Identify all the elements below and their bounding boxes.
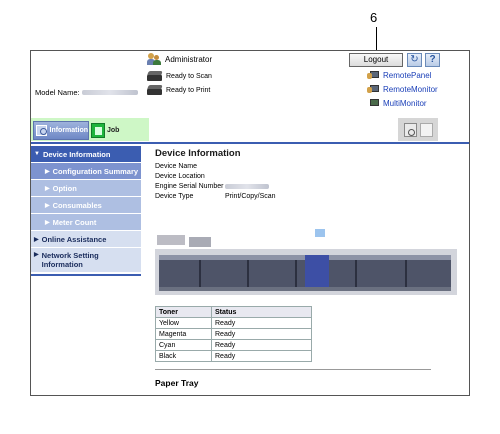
sidebar-item-option[interactable]: ▶ Option <box>31 180 141 197</box>
multi-monitor-link[interactable]: MultiMonitor <box>367 98 427 108</box>
status-scan-text: Ready to Scan <box>166 72 212 80</box>
remote-monitor-link[interactable]: RemoteMonitor <box>367 84 438 94</box>
web-connection-window: Administrator Logout ↻ ? Ready to Scan R… <box>30 50 470 396</box>
toner-status-table: Toner Status Yellow Ready Magenta Ready … <box>155 306 312 362</box>
field-value-redacted <box>225 183 269 189</box>
sidebar-item-label: Option <box>52 183 77 193</box>
tab-job[interactable]: Job <box>91 121 127 140</box>
box-tab-area <box>398 118 438 141</box>
remote-panel-link[interactable]: RemotePanel <box>367 70 431 80</box>
section-divider <box>155 369 431 370</box>
table-row: Black Ready <box>155 350 312 362</box>
toner-color: Yellow <box>155 317 212 329</box>
toner-color: Black <box>155 350 212 362</box>
chevron-right-icon: ▶ <box>45 219 50 226</box>
field-device-location: Device Location <box>155 171 455 181</box>
user-indicator: Administrator <box>147 53 212 65</box>
toner-status: Ready <box>211 350 312 362</box>
sidebar-divider <box>31 274 141 276</box>
table-row: Cyan Ready <box>155 339 312 351</box>
tab-information-label: Information <box>49 127 89 134</box>
sidebar-item-label: Consumables <box>52 200 102 210</box>
toner-status: Ready <box>211 339 312 351</box>
job-icon <box>91 123 105 138</box>
toner-status: Ready <box>211 328 312 340</box>
remote-panel-label[interactable]: RemotePanel <box>383 71 431 80</box>
sidebar-item-label: Meter Count <box>52 217 97 227</box>
toner-color: Magenta <box>155 328 212 340</box>
paper-tray-heading: Paper Tray <box>155 378 199 388</box>
column-header: Toner <box>155 306 212 318</box>
sidebar-item-label: Device Information <box>42 149 111 159</box>
remote-monitor-icon <box>367 84 379 94</box>
chevron-right-icon: ▶ <box>45 185 50 192</box>
tab-information[interactable]: Information <box>33 121 89 140</box>
remote-monitor-label[interactable]: RemoteMonitor <box>383 85 438 94</box>
field-engine-serial-number: Engine Serial Number <box>155 181 455 191</box>
chevron-right-icon: ▶ <box>34 252 39 258</box>
sidebar-item-meter-count[interactable]: ▶ Meter Count <box>31 214 141 231</box>
box-icon[interactable] <box>403 122 417 137</box>
sidebar-item-configuration-summary[interactable]: ▶ Configuration Summary <box>31 163 141 180</box>
status-print: Ready to Print <box>147 84 210 96</box>
chevron-right-icon: ▶ <box>45 168 50 175</box>
administrator-icon <box>147 53 161 65</box>
toner-color: Cyan <box>155 339 212 351</box>
status-print-text: Ready to Print <box>166 86 211 94</box>
device-image <box>155 229 457 295</box>
chevron-right-icon: ▶ <box>45 202 50 209</box>
field-device-type: Device Type Print/Copy/Scan <box>155 191 455 201</box>
field-value: Print/Copy/Scan <box>225 192 276 200</box>
field-label: Device Location <box>155 172 205 180</box>
table-row: Magenta Ready <box>155 328 312 340</box>
field-label: Device Name <box>155 162 198 170</box>
sidebar-item-label: Configuration Summary <box>52 166 139 176</box>
user-label: Administrator <box>165 54 213 64</box>
sidebar-item-device-information[interactable]: ▼ Device Information <box>31 146 141 163</box>
header-divider <box>31 142 469 144</box>
column-header: Status <box>211 306 312 318</box>
field-label: Engine Serial Number <box>155 182 224 190</box>
multi-monitor-icon <box>367 98 379 108</box>
model-name-label: Model Name: <box>35 88 80 97</box>
callout-number: 6 <box>370 10 378 25</box>
multi-monitor-label[interactable]: MultiMonitor <box>383 99 427 108</box>
model-name: Model Name: <box>35 88 138 97</box>
tab-job-label: Job <box>107 127 120 134</box>
logout-button[interactable]: Logout <box>349 53 403 67</box>
field-device-name: Device Name <box>155 161 455 171</box>
remote-panel-icon <box>367 70 379 80</box>
sidebar-item-network-setting-information[interactable]: ▶ Network Setting Information <box>31 248 141 273</box>
field-label: Device Type <box>155 192 194 200</box>
sidebar: ▼ Device Information ▶ Configuration Sum… <box>31 146 141 276</box>
blank-tab-icon[interactable] <box>419 122 433 137</box>
model-name-value-redacted <box>81 90 138 95</box>
scanner-icon <box>147 70 163 82</box>
status-scan: Ready to Scan <box>147 70 212 82</box>
toner-status: Ready <box>211 317 312 329</box>
refresh-icon[interactable]: ↻ <box>407 53 422 67</box>
chevron-right-icon: ▶ <box>34 236 39 243</box>
page-title: Device Information <box>155 148 241 159</box>
sidebar-item-consumables[interactable]: ▶ Consumables <box>31 197 141 214</box>
sidebar-item-label: Online Assistance <box>41 234 107 244</box>
sidebar-item-label: Network Setting Information <box>41 251 99 269</box>
main-content: Device Information Device Name Device Lo… <box>155 148 455 201</box>
printer-icon <box>147 84 163 96</box>
table-row: Yellow Ready <box>155 317 312 329</box>
information-icon <box>36 125 47 136</box>
help-icon[interactable]: ? <box>425 53 440 67</box>
table-header-row: Toner Status <box>155 306 312 318</box>
sidebar-item-online-assistance[interactable]: ▶ Online Assistance <box>31 231 141 248</box>
chevron-down-icon: ▼ <box>34 151 40 157</box>
